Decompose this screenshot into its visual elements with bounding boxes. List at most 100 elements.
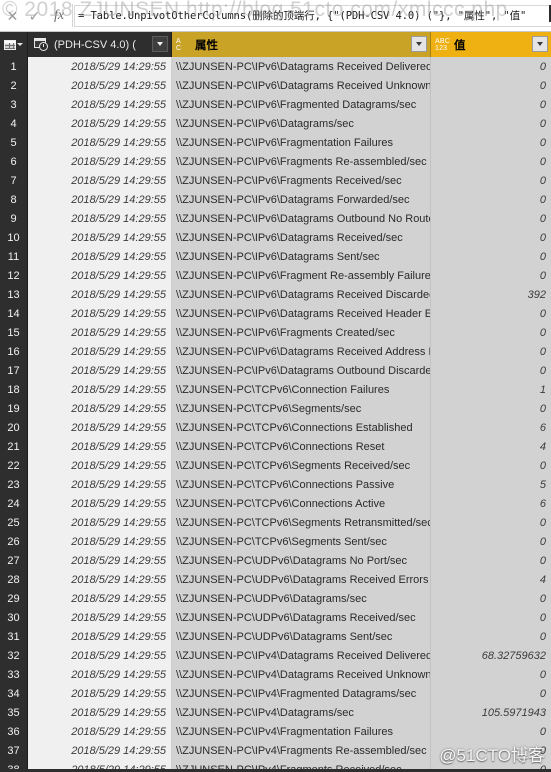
- row-number[interactable]: 22: [0, 456, 28, 475]
- table-row[interactable]: 28 2018/5/29 14:29:55 \\ZJUNSEN-PC\UDPv6\D…: [0, 570, 551, 589]
- cell-attribute[interactable]: \\ZJUNSEN-PC\TCPv6\Connection Failures: [172, 380, 431, 399]
- cell-value[interactable]: 0: [431, 209, 551, 228]
- table-row[interactable]: 14 2018/5/29 14:29:55 \\ZJUNSEN-PC\IPv6\Da…: [0, 304, 551, 323]
- cell-datetime[interactable]: 2018/5/29 14:29:55: [28, 684, 172, 703]
- cell-value[interactable]: 0: [431, 684, 551, 703]
- cell-datetime[interactable]: 2018/5/29 14:29:55: [28, 399, 172, 418]
- table-row[interactable]: 25 2018/5/29 14:29:55 \\ZJUNSEN-PC\TCPv6\S…: [0, 513, 551, 532]
- grid-corner-button[interactable]: [0, 32, 28, 57]
- row-number[interactable]: 16: [0, 342, 28, 361]
- row-number[interactable]: 23: [0, 475, 28, 494]
- cell-attribute[interactable]: \\ZJUNSEN-PC\IPv4\Datagrams Received Unk…: [172, 665, 431, 684]
- cell-attribute[interactable]: \\ZJUNSEN-PC\TCPv6\Connections Active: [172, 494, 431, 513]
- cell-datetime[interactable]: 2018/5/29 14:29:55: [28, 437, 172, 456]
- cell-value[interactable]: 0: [431, 228, 551, 247]
- row-number[interactable]: 26: [0, 532, 28, 551]
- cell-value[interactable]: 0: [431, 323, 551, 342]
- cell-datetime[interactable]: 2018/5/29 14:29:55: [28, 228, 172, 247]
- row-number[interactable]: 9: [0, 209, 28, 228]
- table-row[interactable]: 10 2018/5/29 14:29:55 \\ZJUNSEN-PC\IPv6\Da…: [0, 228, 551, 247]
- cell-attribute[interactable]: \\ZJUNSEN-PC\TCPv6\Segments Received/sec: [172, 456, 431, 475]
- row-number[interactable]: 33: [0, 665, 28, 684]
- cell-attribute[interactable]: \\ZJUNSEN-PC\TCPv6\Segments/sec: [172, 399, 431, 418]
- cell-value[interactable]: 0: [431, 247, 551, 266]
- table-row[interactable]: 24 2018/5/29 14:29:55 \\ZJUNSEN-PC\TCPv6\C…: [0, 494, 551, 513]
- cell-attribute[interactable]: \\ZJUNSEN-PC\UDPv6\Datagrams No Port/sec: [172, 551, 431, 570]
- cell-datetime[interactable]: 2018/5/29 14:29:55: [28, 361, 172, 380]
- cell-value[interactable]: 6: [431, 494, 551, 513]
- row-number[interactable]: 27: [0, 551, 28, 570]
- cell-attribute[interactable]: \\ZJUNSEN-PC\IPv6\Datagrams Sent/sec: [172, 247, 431, 266]
- cell-datetime[interactable]: 2018/5/29 14:29:55: [28, 722, 172, 741]
- table-row[interactable]: 2 2018/5/29 14:29:55 \\ZJUNSEN-PC\IPv6\Dat…: [0, 76, 551, 95]
- cell-value[interactable]: 0: [431, 76, 551, 95]
- table-row[interactable]: 20 2018/5/29 14:29:55 \\ZJUNSEN-PC\TCPv6\C…: [0, 418, 551, 437]
- cell-attribute[interactable]: \\ZJUNSEN-PC\TCPv6\Connections Establish…: [172, 418, 431, 437]
- cell-attribute[interactable]: \\ZJUNSEN-PC\IPv6\Datagrams Received/sec: [172, 228, 431, 247]
- table-row[interactable]: 26 2018/5/29 14:29:55 \\ZJUNSEN-PC\TCPv6\S…: [0, 532, 551, 551]
- cell-datetime[interactable]: 2018/5/29 14:29:55: [28, 342, 172, 361]
- table-row[interactable]: 12 2018/5/29 14:29:55 \\ZJUNSEN-PC\IPv6\Fr…: [0, 266, 551, 285]
- row-number[interactable]: 1: [0, 57, 28, 76]
- cell-value[interactable]: 0: [431, 190, 551, 209]
- cell-value[interactable]: 1: [431, 380, 551, 399]
- table-row[interactable]: 30 2018/5/29 14:29:55 \\ZJUNSEN-PC\UDPv6\D…: [0, 608, 551, 627]
- cell-value[interactable]: 0: [431, 57, 551, 76]
- row-number[interactable]: 35: [0, 703, 28, 722]
- column-header-value[interactable]: ABC 123 值: [431, 32, 551, 57]
- cell-attribute[interactable]: \\ZJUNSEN-PC\IPv6\Datagrams Outbound Dis…: [172, 361, 431, 380]
- cancel-formula-icon[interactable]: ✕: [4, 7, 21, 24]
- cell-datetime[interactable]: 2018/5/29 14:29:55: [28, 475, 172, 494]
- accept-formula-icon[interactable]: ✓: [26, 7, 43, 24]
- cell-datetime[interactable]: 2018/5/29 14:29:55: [28, 494, 172, 513]
- cell-attribute[interactable]: \\ZJUNSEN-PC\TCPv6\Segments Sent/sec: [172, 532, 431, 551]
- cell-datetime[interactable]: 2018/5/29 14:29:55: [28, 627, 172, 646]
- cell-attribute[interactable]: \\ZJUNSEN-PC\IPv6\Fragments Created/sec: [172, 323, 431, 342]
- table-row[interactable]: 22 2018/5/29 14:29:55 \\ZJUNSEN-PC\TCPv6\S…: [0, 456, 551, 475]
- table-row[interactable]: 4 2018/5/29 14:29:55 \\ZJUNSEN-PC\IPv6\Dat…: [0, 114, 551, 133]
- table-row[interactable]: 36 2018/5/29 14:29:55 \\ZJUNSEN-PC\IPv4\Fr…: [0, 722, 551, 741]
- row-number[interactable]: 10: [0, 228, 28, 247]
- cell-attribute[interactable]: \\ZJUNSEN-PC\TCPv6\Connections Reset: [172, 437, 431, 456]
- cell-attribute[interactable]: \\ZJUNSEN-PC\IPv6\Datagrams Outbound No …: [172, 209, 431, 228]
- cell-datetime[interactable]: 2018/5/29 14:29:55: [28, 57, 172, 76]
- table-row[interactable]: 17 2018/5/29 14:29:55 \\ZJUNSEN-PC\IPv6\Da…: [0, 361, 551, 380]
- cell-attribute[interactable]: \\ZJUNSEN-PC\IPv6\Datagrams Forwarded/se…: [172, 190, 431, 209]
- row-number[interactable]: 15: [0, 323, 28, 342]
- cell-value[interactable]: 0: [431, 722, 551, 741]
- cell-datetime[interactable]: 2018/5/29 14:29:55: [28, 570, 172, 589]
- cell-datetime[interactable]: 2018/5/29 14:29:55: [28, 304, 172, 323]
- row-number[interactable]: 5: [0, 133, 28, 152]
- table-row[interactable]: 34 2018/5/29 14:29:55 \\ZJUNSEN-PC\IPv4\Fr…: [0, 684, 551, 703]
- cell-value[interactable]: 0: [431, 627, 551, 646]
- cell-attribute[interactable]: \\ZJUNSEN-PC\IPv4\Datagrams/sec: [172, 703, 431, 722]
- cell-datetime[interactable]: 2018/5/29 14:29:55: [28, 646, 172, 665]
- column-header-attribute[interactable]: A C 属性: [172, 32, 431, 57]
- cell-attribute[interactable]: \\ZJUNSEN-PC\UDPv6\Datagrams Received/se…: [172, 608, 431, 627]
- cell-datetime[interactable]: 2018/5/29 14:29:55: [28, 513, 172, 532]
- cell-value[interactable]: 5: [431, 475, 551, 494]
- row-number[interactable]: 8: [0, 190, 28, 209]
- cell-datetime[interactable]: 2018/5/29 14:29:55: [28, 171, 172, 190]
- cell-attribute[interactable]: \\ZJUNSEN-PC\UDPv6\Datagrams Sent/sec: [172, 627, 431, 646]
- cell-datetime[interactable]: 2018/5/29 14:29:55: [28, 741, 172, 760]
- row-number[interactable]: 36: [0, 722, 28, 741]
- row-number[interactable]: 21: [0, 437, 28, 456]
- cell-value[interactable]: 0: [431, 95, 551, 114]
- formula-input[interactable]: = Table.UnpivotOtherColumns(删除的顶端行, {"(P…: [74, 4, 551, 27]
- cell-value[interactable]: 392: [431, 285, 551, 304]
- row-number[interactable]: 24: [0, 494, 28, 513]
- cell-value[interactable]: 0: [431, 114, 551, 133]
- cell-value[interactable]: 0: [431, 152, 551, 171]
- cell-value[interactable]: 0: [431, 532, 551, 551]
- row-number[interactable]: 6: [0, 152, 28, 171]
- cell-value[interactable]: 0: [431, 304, 551, 323]
- table-row[interactable]: 11 2018/5/29 14:29:55 \\ZJUNSEN-PC\IPv6\Da…: [0, 247, 551, 266]
- table-row[interactable]: 3 2018/5/29 14:29:55 \\ZJUNSEN-PC\IPv6\Fra…: [0, 95, 551, 114]
- cell-attribute[interactable]: \\ZJUNSEN-PC\IPv6\Fragmented Datagrams/s…: [172, 95, 431, 114]
- table-row[interactable]: 32 2018/5/29 14:29:55 \\ZJUNSEN-PC\IPv4\Da…: [0, 646, 551, 665]
- cell-datetime[interactable]: 2018/5/29 14:29:55: [28, 418, 172, 437]
- cell-attribute[interactable]: \\ZJUNSEN-PC\IPv4\Fragments Re-assembled…: [172, 741, 431, 760]
- row-number[interactable]: 20: [0, 418, 28, 437]
- cell-attribute[interactable]: \\ZJUNSEN-PC\IPv6\Datagrams Received Dis…: [172, 285, 431, 304]
